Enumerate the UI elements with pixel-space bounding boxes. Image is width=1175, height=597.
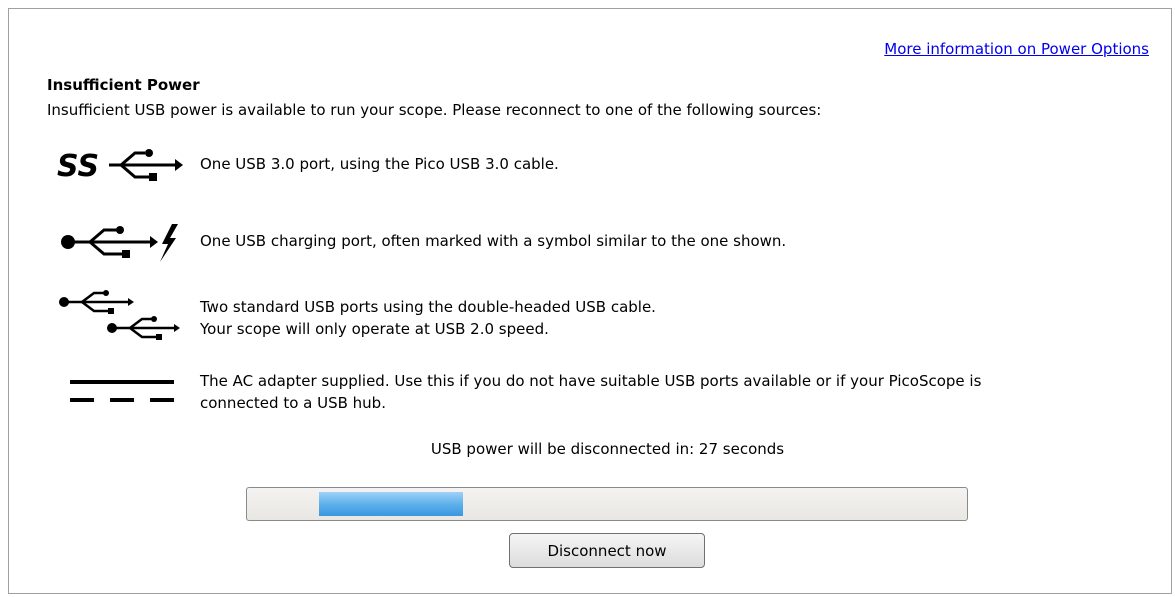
dc-power-icon	[70, 380, 174, 402]
option-line: One USB charging port, often marked with…	[200, 232, 787, 250]
option-line: One USB 3.0 port, using the Pico USB 3.0…	[200, 155, 559, 173]
option-double-usb-text: Two standard USB ports using the double-…	[200, 296, 656, 340]
intro-text: Insufficient USB power is available to r…	[47, 101, 822, 119]
disconnect-now-button[interactable]: Disconnect now	[509, 533, 705, 568]
option-line: The AC adapter supplied. Use this if you…	[200, 372, 982, 390]
option-line: connected to a USB hub.	[200, 394, 386, 412]
more-info-power-options-link[interactable]: More information on Power Options	[884, 40, 1149, 58]
double-usb-icon	[59, 290, 180, 340]
countdown-text: USB power will be disconnected in: 27 se…	[430, 440, 785, 458]
progress-fill	[319, 492, 463, 516]
countdown-progress-bar	[246, 487, 968, 521]
option-ac-adapter-text: The AC adapter supplied. Use this if you…	[200, 370, 981, 414]
option-usb3-text: One USB 3.0 port, using the Pico USB 3.0…	[200, 153, 559, 175]
insufficient-power-heading: Insufficient Power	[47, 76, 200, 94]
svg-text:SS: SS	[57, 149, 99, 184]
usb-charging-icon	[61, 224, 178, 262]
usb3-superspeed-icon: SS	[57, 149, 183, 184]
option-line: Your scope will only operate at USB 2.0 …	[200, 320, 549, 338]
option-line: Two standard USB ports using the double-…	[200, 298, 656, 316]
dialog-frame-bottom	[8, 593, 1172, 594]
option-charging-text: One USB charging port, often marked with…	[200, 230, 786, 252]
